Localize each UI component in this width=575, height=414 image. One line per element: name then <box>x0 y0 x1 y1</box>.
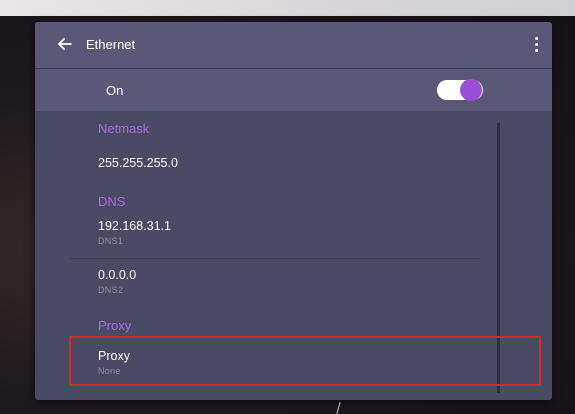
dns1-sublabel: DNS1 <box>98 236 124 246</box>
more-vert-icon[interactable] <box>532 34 540 56</box>
background-mark <box>336 402 341 414</box>
dns1-item[interactable]: 192.168.31.1 DNS1 <box>98 219 478 246</box>
background-text-strip <box>0 0 575 16</box>
netmask-value: 255.255.255.0 <box>98 156 178 170</box>
settings-list: Netmask 255.255.255.0 DNS 192.168.31.1 D… <box>35 111 552 400</box>
ethernet-toggle-row[interactable]: On <box>35 69 552 111</box>
section-header-dns: DNS <box>98 194 126 209</box>
toggle-label: On <box>106 83 124 98</box>
proxy-item[interactable]: Proxy None <box>98 349 478 376</box>
proxy-sublabel: None <box>98 366 121 376</box>
dns2-sublabel: DNS2 <box>98 285 124 295</box>
dns2-item[interactable]: 0.0.0.0 DNS2 <box>98 268 478 295</box>
netmask-item[interactable]: 255.255.255.0 <box>98 156 478 170</box>
section-header-netmask: Netmask <box>98 121 150 136</box>
divider <box>70 258 480 259</box>
proxy-value: Proxy <box>98 349 130 363</box>
ethernet-settings-panel: Ethernet On Netmask 255.255.255.0 DNS 19… <box>35 22 552 400</box>
panel-header: Ethernet <box>35 22 552 69</box>
ethernet-toggle[interactable] <box>437 79 483 101</box>
arrow-left-icon[interactable] <box>57 36 73 52</box>
section-header-proxy: Proxy <box>98 318 132 333</box>
scrollbar[interactable] <box>497 123 500 393</box>
dns1-value: 192.168.31.1 <box>98 219 171 233</box>
toggle-knob <box>460 79 482 101</box>
page-title: Ethernet <box>86 37 136 52</box>
dns2-value: 0.0.0.0 <box>98 268 137 282</box>
